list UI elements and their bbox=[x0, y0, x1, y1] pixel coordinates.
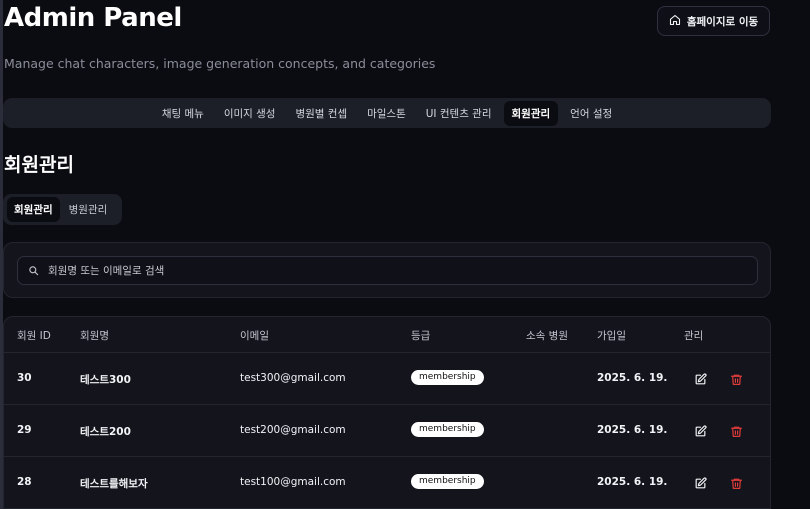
cell-id: 30 bbox=[17, 372, 32, 384]
col-hospital: 소속 병원 bbox=[526, 330, 568, 342]
search-card bbox=[3, 242, 771, 298]
col-member-name: 회원명 bbox=[80, 330, 109, 342]
page-title: Admin Panel bbox=[4, 3, 182, 33]
tab-image-generation[interactable]: 이미지 생성 bbox=[216, 101, 284, 126]
cell-name: 테스트200 bbox=[80, 426, 131, 438]
search-box[interactable] bbox=[17, 256, 758, 285]
cell-joined: 2025. 6. 19. bbox=[597, 372, 668, 384]
cell-id: 28 bbox=[17, 476, 32, 488]
tab-chat-menu[interactable]: 채팅 메뉴 bbox=[154, 101, 212, 126]
cell-id: 29 bbox=[17, 424, 32, 436]
table-row: 29 테스트200 test200@gmail.com membership 2… bbox=[4, 405, 770, 457]
grade-badge: membership bbox=[411, 370, 484, 385]
cell-name: 테스트를해보자 bbox=[80, 478, 148, 490]
col-joined: 가입일 bbox=[597, 330, 626, 342]
cell-email: test300@gmail.com bbox=[240, 372, 346, 384]
grade-badge: membership bbox=[411, 422, 484, 437]
section-title: 회원관리 bbox=[4, 154, 74, 176]
home-icon bbox=[669, 14, 681, 29]
home-button[interactable]: 홈페이지로 이동 bbox=[657, 6, 770, 36]
col-grade: 등급 bbox=[411, 330, 431, 342]
cell-joined: 2025. 6. 19. bbox=[597, 476, 668, 488]
edit-icon[interactable] bbox=[694, 371, 707, 385]
tab-member-management[interactable]: 회원관리 bbox=[503, 100, 559, 126]
search-input[interactable] bbox=[48, 264, 648, 277]
admin-page: Admin Panel Manage chat characters, imag… bbox=[0, 0, 810, 509]
table-row: 28 테스트를해보자 test100@gmail.com membership … bbox=[4, 457, 770, 509]
tab-milestones[interactable]: 마일스톤 bbox=[359, 101, 414, 126]
edit-icon[interactable] bbox=[694, 475, 707, 489]
tab-ui-content[interactable]: UI 컨텐츠 관리 bbox=[418, 101, 500, 126]
trash-icon[interactable] bbox=[730, 423, 743, 437]
trash-icon[interactable] bbox=[730, 475, 743, 489]
subtab-members[interactable]: 회원관리 bbox=[7, 197, 60, 222]
cell-joined: 2025. 6. 19. bbox=[597, 424, 668, 436]
main-nav: 채팅 메뉴 이미지 생성 병원별 컨셉 마일스톤 UI 컨텐츠 관리 회원관리 … bbox=[3, 98, 771, 128]
col-member-id: 회원 ID bbox=[17, 330, 51, 342]
trash-icon[interactable] bbox=[730, 371, 743, 385]
page-subtitle: Manage chat characters, image generation… bbox=[4, 56, 436, 71]
tab-hospital-concepts[interactable]: 병원별 컨셉 bbox=[287, 101, 355, 126]
sub-tabs: 회원관리 병원관리 bbox=[3, 194, 122, 225]
col-email: 이메일 bbox=[240, 330, 269, 342]
search-icon bbox=[28, 261, 39, 280]
cell-name: 테스트300 bbox=[80, 374, 131, 386]
table-row: 30 테스트300 test300@gmail.com membership 2… bbox=[4, 353, 770, 405]
members-table: 회원 ID 회원명 이메일 등급 소속 병원 가입일 관리 30 테스트300 … bbox=[3, 316, 771, 509]
tab-language-settings[interactable]: 언어 설정 bbox=[562, 101, 620, 126]
edit-icon[interactable] bbox=[694, 423, 707, 437]
grade-badge: membership bbox=[411, 474, 484, 489]
col-actions: 관리 bbox=[684, 330, 704, 342]
home-button-label: 홈페이지로 이동 bbox=[686, 15, 759, 28]
table-header: 회원 ID 회원명 이메일 등급 소속 병원 가입일 관리 bbox=[4, 317, 770, 353]
cell-email: test100@gmail.com bbox=[240, 476, 346, 488]
subtab-hospitals[interactable]: 병원관리 bbox=[62, 197, 115, 222]
cell-email: test200@gmail.com bbox=[240, 424, 346, 436]
